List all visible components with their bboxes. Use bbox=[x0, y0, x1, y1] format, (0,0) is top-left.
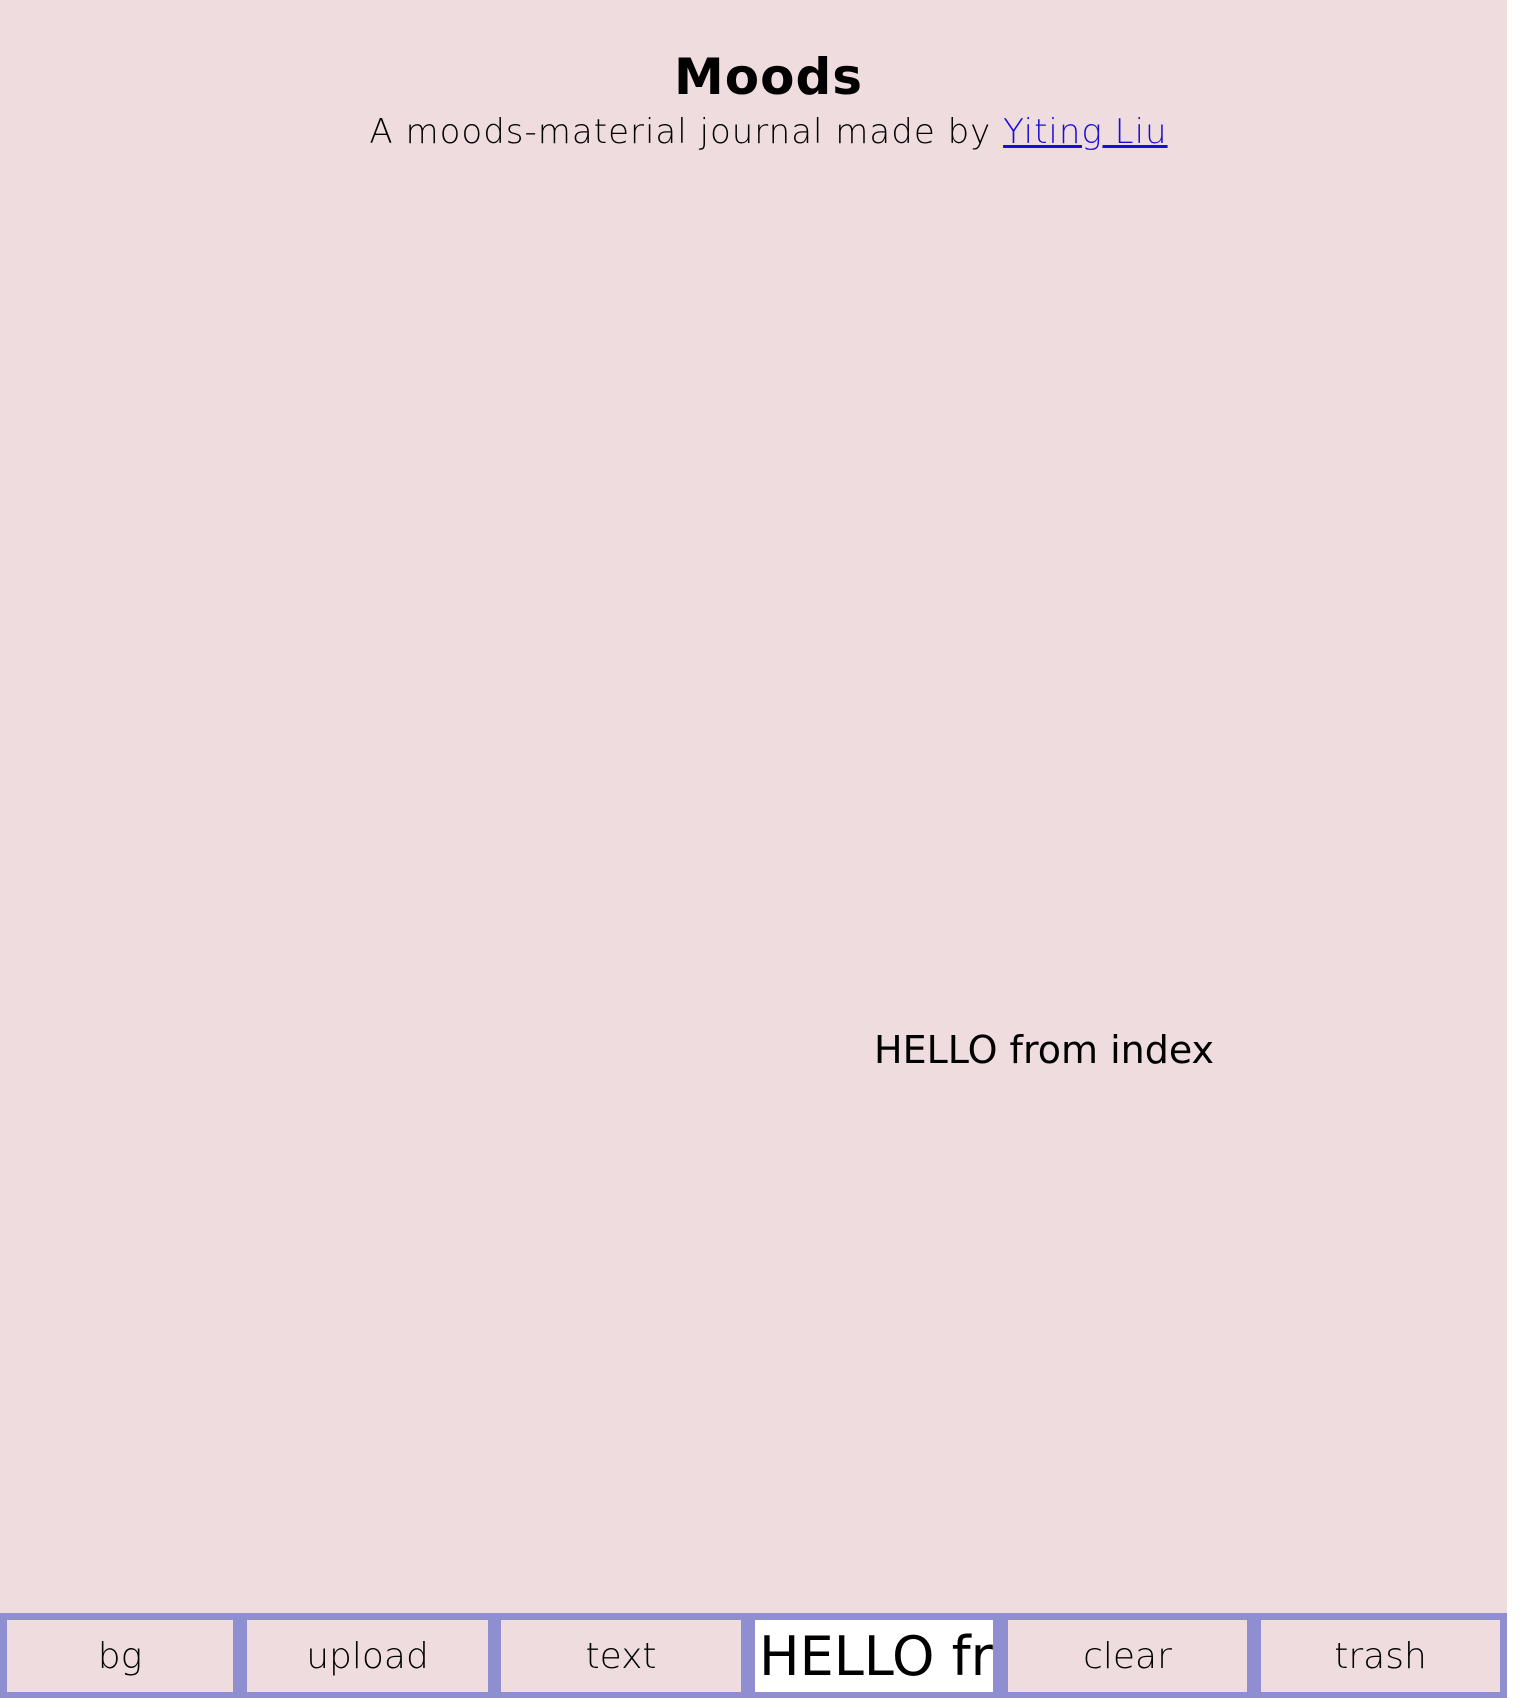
trash-button[interactable]: trash bbox=[1261, 1620, 1500, 1692]
bg-button[interactable]: bg bbox=[7, 1620, 233, 1692]
subtitle-text: A moods-material journal made by bbox=[369, 112, 1004, 152]
text-input[interactable] bbox=[755, 1620, 993, 1692]
toolbar: bg upload text clear trash bbox=[0, 1613, 1507, 1698]
clear-button[interactable]: clear bbox=[1008, 1620, 1247, 1692]
text-button[interactable]: text bbox=[501, 1620, 741, 1692]
journal-canvas[interactable]: Moods A moods-material journal made by Y… bbox=[0, 0, 1507, 1698]
page-subtitle: A moods-material journal made by Yiting … bbox=[0, 112, 1522, 152]
page-title: Moods bbox=[673, 48, 863, 106]
upload-button[interactable]: upload bbox=[247, 1620, 488, 1692]
text-sticker[interactable]: HELLO from index bbox=[874, 1028, 1214, 1072]
author-link[interactable]: Yiting Liu bbox=[1003, 112, 1167, 152]
